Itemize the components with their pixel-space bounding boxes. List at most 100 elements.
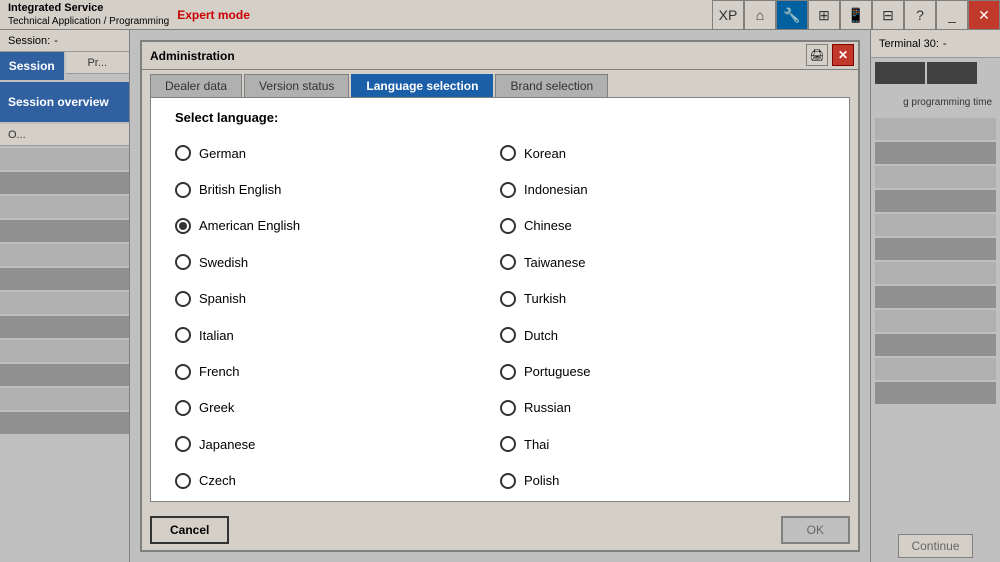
terminal-rows: [871, 116, 1000, 530]
terminal-row-4: [875, 190, 996, 212]
language-label-dutch: Dutch: [524, 328, 558, 343]
sidebar-row-4: [0, 220, 129, 242]
sidebar-row-9: [0, 340, 129, 362]
language-option-french[interactable]: French: [175, 355, 500, 387]
language-option-korean[interactable]: Korean: [500, 137, 825, 169]
language-option-thai[interactable]: Thai: [500, 428, 825, 460]
session-label: Session:: [8, 35, 50, 47]
radio-korean: [500, 145, 516, 161]
sidebar-row-3: [0, 196, 129, 218]
monitor-button[interactable]: ⊟: [872, 0, 904, 30]
language-option-russian[interactable]: Russian: [500, 392, 825, 424]
language-option-greek[interactable]: Greek: [175, 392, 500, 424]
language-option-american-english[interactable]: American English: [175, 210, 500, 242]
language-option-japanese[interactable]: Japanese: [175, 428, 500, 460]
sidebar-row-1: [0, 148, 129, 170]
terminal-row-3: [875, 166, 996, 188]
radio-polish: [500, 473, 516, 489]
minimize-button[interactable]: _: [936, 0, 968, 30]
terminal-row-2: [875, 142, 996, 164]
center-content: Administration 🖨 ✕ Dealer dataVersion st…: [130, 30, 870, 562]
language-option-indonesian[interactable]: Indonesian: [500, 173, 825, 205]
toolbar-icons: XP ⌂ 🔧 ⊞ 📱 ⊟ ? _ ✕: [712, 0, 1000, 30]
terminal-row-1: [875, 118, 996, 140]
languages-grid: German KoreanBritish EnglishIndonesianAme…: [151, 133, 849, 501]
ok-button[interactable]: OK: [781, 516, 850, 544]
administration-dialog: Administration 🖨 ✕ Dealer dataVersion st…: [140, 40, 860, 552]
language-option-british-english[interactable]: British English: [175, 173, 500, 205]
top-bar: Integrated Service Technical Application…: [0, 0, 1000, 30]
language-label-greek: Greek: [199, 400, 234, 415]
sidebar-row-2: [0, 172, 129, 194]
language-label-swedish: Swedish: [199, 255, 248, 270]
cancel-button[interactable]: Cancel: [150, 516, 229, 544]
phone-button[interactable]: 📱: [840, 0, 872, 30]
home-button[interactable]: ⌂: [744, 0, 776, 30]
app-title: Integrated Service: [8, 1, 169, 15]
language-label-czech: Czech: [199, 473, 236, 488]
radio-russian: [500, 400, 516, 416]
language-label-german: German: [199, 146, 246, 161]
language-option-swedish[interactable]: Swedish: [175, 246, 500, 278]
language-option-portuguese[interactable]: Portuguese: [500, 355, 825, 387]
expert-mode-label: Expert mode: [177, 8, 250, 22]
language-label-polish: Polish: [524, 473, 559, 488]
terminal-label-text: Terminal 30:: [879, 38, 939, 50]
admin-print-button[interactable]: 🖨: [806, 44, 828, 66]
sidebar-row-7: [0, 292, 129, 314]
tab-version-status[interactable]: Version status: [244, 74, 349, 97]
language-option-german[interactable]: German: [175, 137, 500, 169]
terminal-row-6: [875, 238, 996, 260]
continue-button[interactable]: Continue: [898, 534, 972, 558]
terminal-row-8: [875, 286, 996, 308]
terminal-continue: Continue: [871, 530, 1000, 562]
radio-german: [175, 145, 191, 161]
terminal-box-2: [927, 62, 977, 84]
sidebar-prog-tab[interactable]: Pr...: [66, 52, 130, 74]
radio-turkish: [500, 291, 516, 307]
language-option-spanish[interactable]: Spanish: [175, 283, 500, 315]
terminal-row-12: [875, 382, 996, 404]
help-button[interactable]: ?: [904, 0, 936, 30]
terminal-row-11: [875, 358, 996, 380]
language-option-czech[interactable]: Czech: [175, 465, 500, 497]
radio-thai: [500, 436, 516, 452]
language-option-dutch[interactable]: Dutch: [500, 319, 825, 351]
language-option-turkish[interactable]: Turkish: [500, 283, 825, 315]
language-option-taiwanese[interactable]: Taiwanese: [500, 246, 825, 278]
language-label-thai: Thai: [524, 437, 549, 452]
sidebar-item-session-overview[interactable]: Session overview: [0, 82, 129, 122]
tab-brand-selection[interactable]: Brand selection: [495, 74, 608, 97]
tab-language-selection[interactable]: Language selection: [351, 74, 493, 97]
tools-button[interactable]: 🔧: [776, 0, 808, 30]
admin-close-button[interactable]: ✕: [832, 44, 854, 66]
grid-button[interactable]: ⊞: [808, 0, 840, 30]
radio-swedish: [175, 254, 191, 270]
radio-portuguese: [500, 364, 516, 380]
close-app-button[interactable]: ✕: [968, 0, 1000, 30]
session-header: Session: -: [0, 30, 129, 52]
terminal-row-10: [875, 334, 996, 356]
sidebar-session-tab[interactable]: Session: [0, 52, 64, 80]
language-option-polish[interactable]: Polish: [500, 465, 825, 497]
terminal-box-1: [875, 62, 925, 84]
radio-dutch: [500, 327, 516, 343]
language-option-chinese[interactable]: Chinese: [500, 210, 825, 242]
xp-button[interactable]: XP: [712, 0, 744, 30]
language-option-italian[interactable]: Italian: [175, 319, 500, 351]
admin-title-bar: Administration 🖨 ✕: [142, 42, 858, 70]
terminal-row-7: [875, 262, 996, 284]
language-label-french: French: [199, 364, 239, 379]
app-subtitle: Technical Application / Programming: [8, 15, 169, 28]
terminal-row-9: [875, 310, 996, 332]
radio-indonesian: [500, 182, 516, 198]
select-language-label: Select language:: [151, 98, 849, 133]
main-area: Session: - Session Pr... Session overvie…: [0, 30, 1000, 562]
sidebar-sub: O...: [0, 124, 129, 146]
dialog-buttons: Cancel OK: [142, 510, 858, 550]
language-label-turkish: Turkish: [524, 291, 566, 306]
tab-dealer-data[interactable]: Dealer data: [150, 74, 242, 97]
dialog-content: Select language: German KoreanBritish Eng…: [150, 97, 850, 502]
sidebar-row-6: [0, 268, 129, 290]
language-label-japanese: Japanese: [199, 437, 255, 452]
